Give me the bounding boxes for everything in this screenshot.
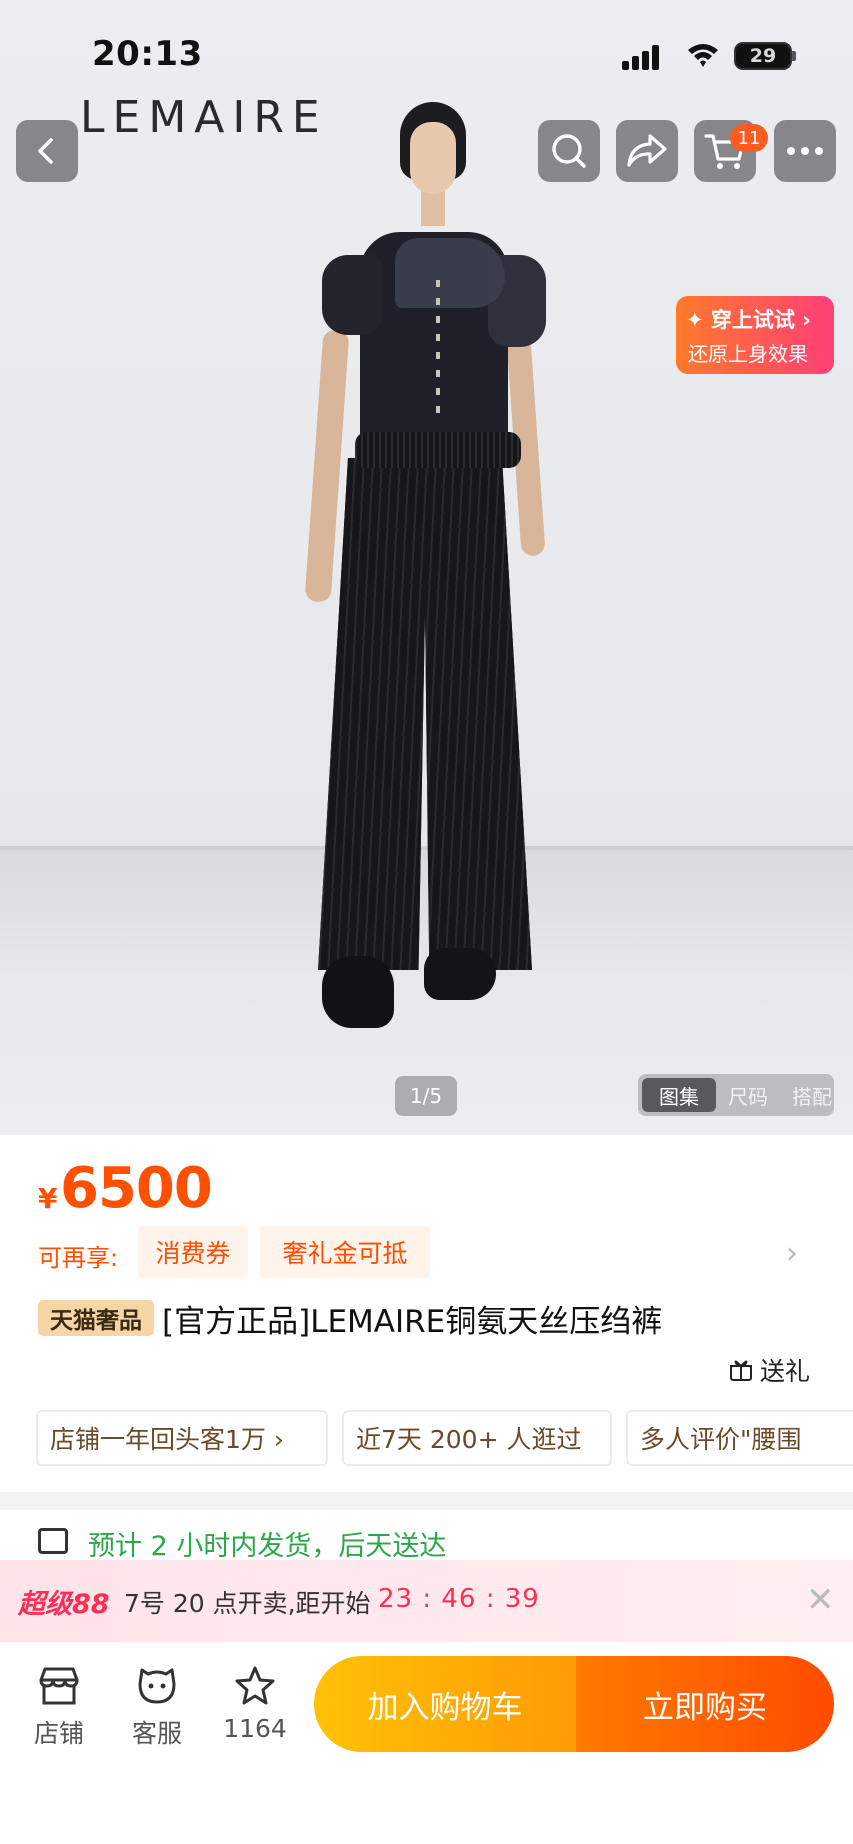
promo-banner[interactable]: 超级88 7号 20 点开卖,距开始 23 : 46 : 39 ✕ <box>0 1560 853 1642</box>
model-shoe-right <box>424 948 496 1000</box>
highlight-reviews[interactable]: 多人评价"腰围 <box>626 1410 853 1466</box>
battery-level: 29 <box>749 45 777 67</box>
cart-count-badge: 11 <box>730 124 768 152</box>
shipping-text: 预计 2 小时内发货，后天送达 <box>88 1531 447 1560</box>
share-button[interactable] <box>616 120 678 182</box>
more-button[interactable] <box>774 120 836 182</box>
model-waistband <box>355 432 521 468</box>
benefits-label: 可再享: <box>38 1244 119 1272</box>
tmall-luxury-tag: 天猫奢品 <box>38 1300 154 1336</box>
luxury-credit-chip[interactable]: 奢礼金可抵 <box>260 1226 430 1278</box>
share-icon <box>627 134 667 167</box>
promo-countdown: 23 : 46 : 39 <box>378 1584 540 1614</box>
price-amount: 6500 <box>60 1156 213 1221</box>
tryon-subtitle: 还原上身效果 <box>688 342 808 366</box>
highlight-recent-visitors[interactable]: 近7天 200+ 人逛过 <box>342 1410 612 1466</box>
battery-tip <box>792 51 796 61</box>
promo-logo: 超级88 <box>18 1589 110 1620</box>
product-title: [官方正品]LEMAIRE铜氨天丝压绉裤 <box>162 1304 663 1340</box>
delivery-icon <box>38 1528 68 1554</box>
tryon-title: ✦ 穿上试试 › <box>686 308 811 332</box>
model-scarf <box>395 238 505 308</box>
bottom-action-bar: 店铺 客服 1164 加入购物车 立即购买 <box>0 1642 853 1844</box>
tab-outfit[interactable]: 搭配 <box>782 1074 834 1116</box>
model-shoe-left <box>322 956 394 1028</box>
wifi-icon <box>686 40 720 70</box>
gift-button[interactable]: 送礼 <box>728 1352 810 1388</box>
model-buttons <box>436 280 440 420</box>
brand-logo: LEMAIRE <box>80 92 328 143</box>
gift-label: 送礼 <box>760 1357 811 1386</box>
store-label[interactable]: 店铺 <box>9 1714 109 1750</box>
customer-service-icon <box>138 1668 176 1704</box>
store-button[interactable] <box>24 1664 94 1712</box>
more-dots-icon <box>787 147 823 155</box>
tab-size[interactable]: 尺码 <box>718 1074 778 1116</box>
add-to-cart-button[interactable]: 加入购物车 <box>314 1656 576 1752</box>
favorite-button[interactable] <box>220 1664 290 1712</box>
virtual-tryon-button[interactable]: ✦ 穿上试试 › 还原上身效果 <box>676 296 834 374</box>
star-icon <box>235 1666 275 1705</box>
battery-icon: 29 <box>734 42 792 70</box>
highlight-repeat-customers[interactable]: 店铺一年回头客1万 › <box>36 1410 328 1466</box>
section-divider <box>0 1492 853 1510</box>
store-icon <box>39 1667 79 1705</box>
promo-text: 7号 20 点开卖,距开始 <box>124 1589 371 1618</box>
model-sleeve-left <box>322 255 382 335</box>
coupon-chip[interactable]: 消费券 <box>138 1226 248 1278</box>
image-pager: 1/5 <box>395 1076 457 1116</box>
gallery-tabs: 图集 尺码 搭配 <box>638 1074 834 1116</box>
tab-gallery[interactable]: 图集 <box>642 1074 716 1116</box>
search-icon <box>552 134 586 168</box>
favorites-count[interactable]: 1164 <box>205 1714 305 1743</box>
back-button[interactable] <box>16 120 78 182</box>
product-image-gallery[interactable]: 20:13 29 LEMAIRE 11 ✦ 穿上试试 › 还原上身效果 1/5 … <box>0 0 853 1135</box>
search-button[interactable] <box>538 120 600 182</box>
model-face <box>410 122 456 194</box>
cellular-signal-icon <box>622 44 668 70</box>
service-button[interactable] <box>122 1664 192 1712</box>
chevron-left-icon <box>38 138 53 164</box>
benefits-chevron-icon[interactable]: › <box>786 1236 798 1271</box>
service-label[interactable]: 客服 <box>107 1714 207 1750</box>
shipping-row[interactable]: 预计 2 小时内发货，后天送达 <box>0 1524 853 1560</box>
price-currency: ¥ <box>38 1182 58 1215</box>
close-icon[interactable]: ✕ <box>806 1580 835 1620</box>
buy-now-button[interactable]: 立即购买 <box>576 1656 834 1752</box>
gift-icon <box>730 1360 752 1381</box>
image-wall-edge <box>0 846 853 850</box>
status-time: 20:13 <box>92 34 203 74</box>
